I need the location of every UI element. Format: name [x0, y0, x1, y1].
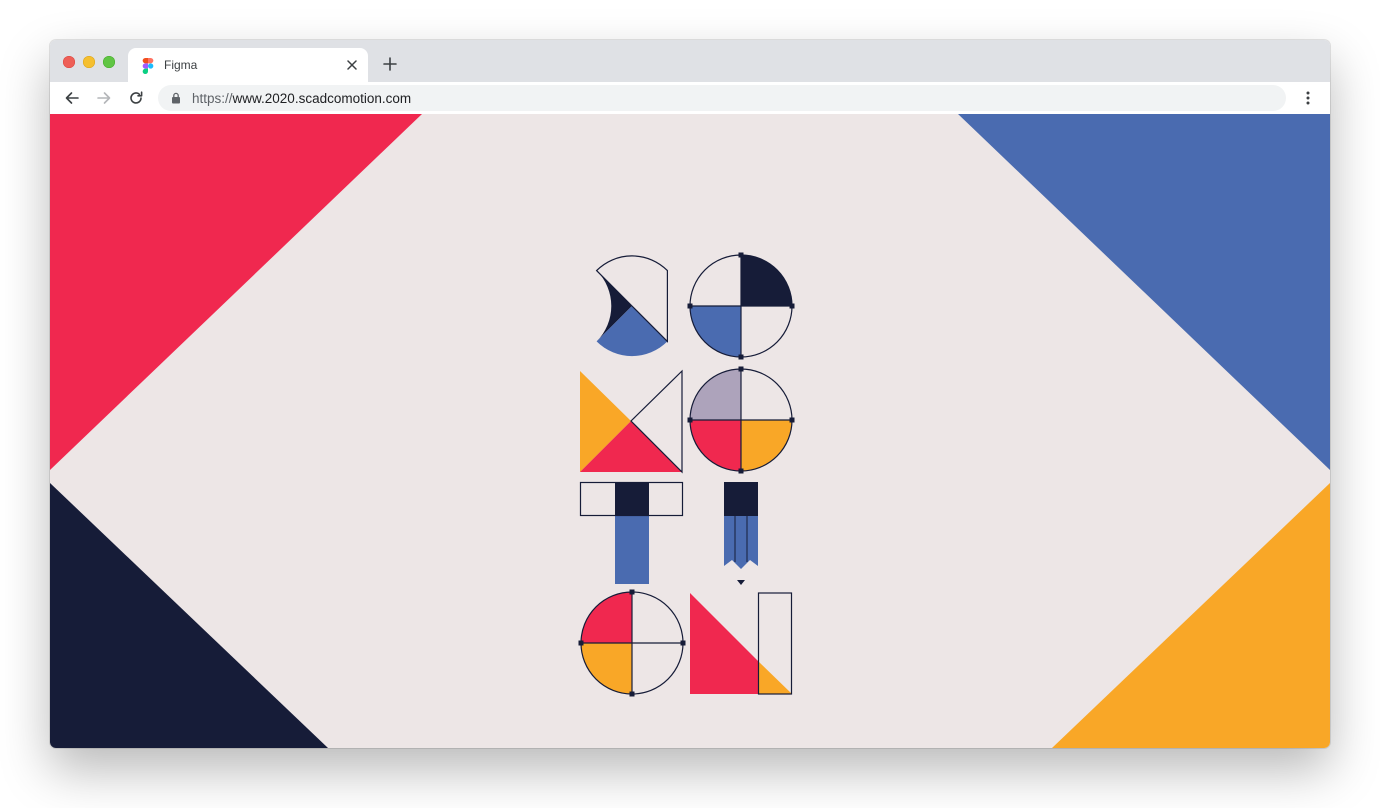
browser-tab[interactable]: Figma	[128, 48, 368, 82]
plus-icon	[383, 57, 397, 71]
new-tab-button[interactable]	[380, 54, 400, 74]
tab-title: Figma	[164, 58, 198, 72]
maximize-window-button[interactable]	[103, 56, 115, 68]
tab-close-button[interactable]	[344, 57, 360, 73]
back-button[interactable]	[62, 88, 82, 108]
kebab-menu-icon	[1306, 91, 1310, 105]
arrow-right-icon	[97, 92, 111, 104]
browser-menu-button[interactable]	[1298, 88, 1318, 108]
close-icon	[347, 60, 357, 70]
url-text: https://www.2020.scadcomotion.com	[192, 91, 411, 106]
forward-button[interactable]	[94, 88, 114, 108]
browser-toolbar: https://www.2020.scadcomotion.com	[50, 82, 1330, 114]
page-viewport	[50, 114, 1330, 748]
reload-button[interactable]	[126, 88, 146, 108]
lock-icon	[172, 92, 180, 104]
arrow-left-icon	[65, 92, 79, 104]
hero-canvas	[50, 114, 1330, 748]
title-bar: Figma	[50, 40, 1330, 82]
url-host: www.2020.scadcomotion.com	[232, 91, 412, 106]
address-bar[interactable]: https://www.2020.scadcomotion.com	[158, 85, 1286, 111]
url-scheme: https://	[192, 91, 233, 106]
minimize-window-button[interactable]	[83, 56, 95, 68]
reload-icon	[130, 91, 143, 104]
figma-logo-icon	[142, 58, 154, 74]
close-window-button[interactable]	[63, 56, 75, 68]
browser-window: Figma https://www.2020.scadcomotion.com	[50, 40, 1330, 748]
